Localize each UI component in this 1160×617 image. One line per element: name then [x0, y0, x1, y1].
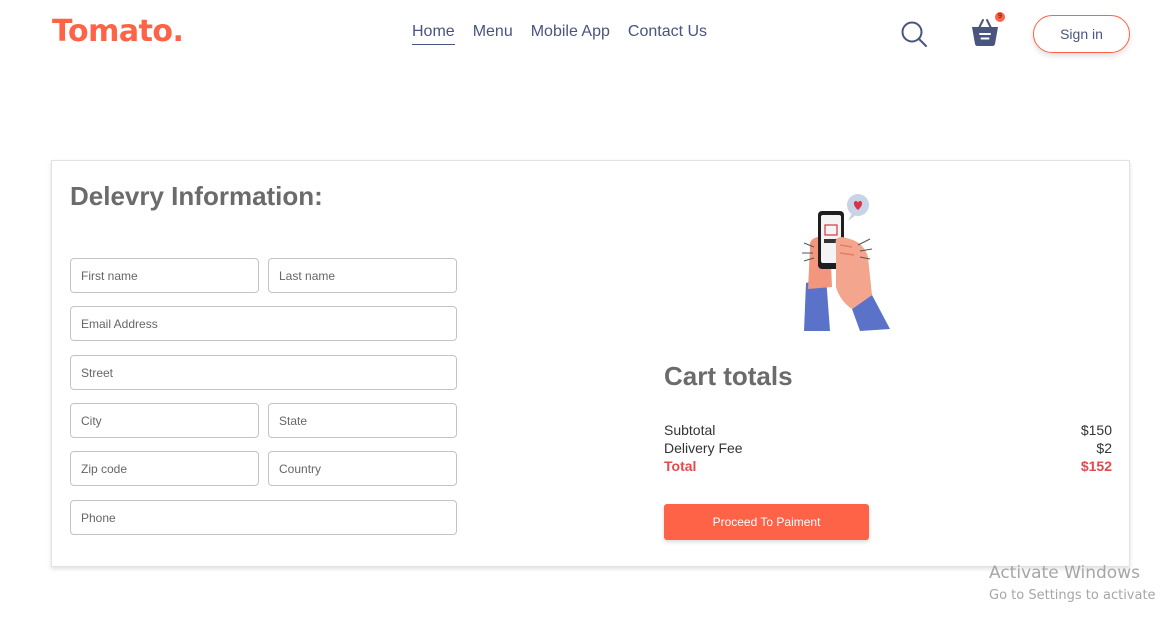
first-name-field[interactable] — [70, 258, 259, 293]
nav-home[interactable]: Home — [412, 23, 455, 45]
sign-in-button[interactable]: Sign in — [1033, 15, 1130, 53]
nav-menu-link[interactable]: Menu — [473, 23, 513, 45]
order-card: Delevry Information: Cart totals S — [51, 160, 1130, 567]
delivery-fee-value: $2 — [1096, 440, 1112, 456]
search-icon[interactable] — [900, 20, 928, 48]
delivery-title: Delevry Information: — [70, 181, 323, 211]
activate-windows-hint: Go to Settings to activate — [989, 588, 1156, 603]
last-name-field[interactable] — [268, 258, 457, 293]
city-field[interactable] — [70, 403, 259, 438]
delivery-fee-label: Delivery Fee — [664, 440, 743, 456]
logo[interactable]: Tomato. — [52, 14, 184, 49]
navbar: Tomato. Home Menu Mobile App Contact Us … — [0, 0, 1160, 70]
total-label: Total — [664, 458, 697, 474]
state-field[interactable] — [268, 403, 457, 438]
total-value: $152 — [1080, 458, 1112, 474]
total-row: Total $152 — [664, 458, 1112, 474]
country-field[interactable] — [268, 451, 457, 486]
subtotal-row: Subtotal $150 — [664, 422, 1112, 438]
proceed-to-payment-button[interactable]: Proceed To Paiment — [664, 504, 869, 540]
cart-totals-title: Cart totals — [664, 361, 793, 391]
nav-menu: Home Menu Mobile App Contact Us — [412, 23, 707, 45]
cart-badge: 9 — [995, 12, 1005, 22]
nav-contact-us[interactable]: Contact Us — [628, 23, 707, 45]
nav-mobile-app[interactable]: Mobile App — [531, 23, 610, 45]
subtotal-value: $150 — [1080, 422, 1112, 438]
delivery-fee-row: Delivery Fee $2 — [664, 440, 1112, 456]
activate-windows-watermark: Activate Windows — [989, 563, 1140, 583]
email-field[interactable] — [70, 306, 457, 341]
phone-shopping-illustration — [802, 194, 890, 331]
street-field[interactable] — [70, 355, 457, 390]
subtotal-label: Subtotal — [664, 422, 716, 438]
zip-code-field[interactable] — [70, 451, 259, 486]
phone-field[interactable] — [70, 500, 457, 535]
